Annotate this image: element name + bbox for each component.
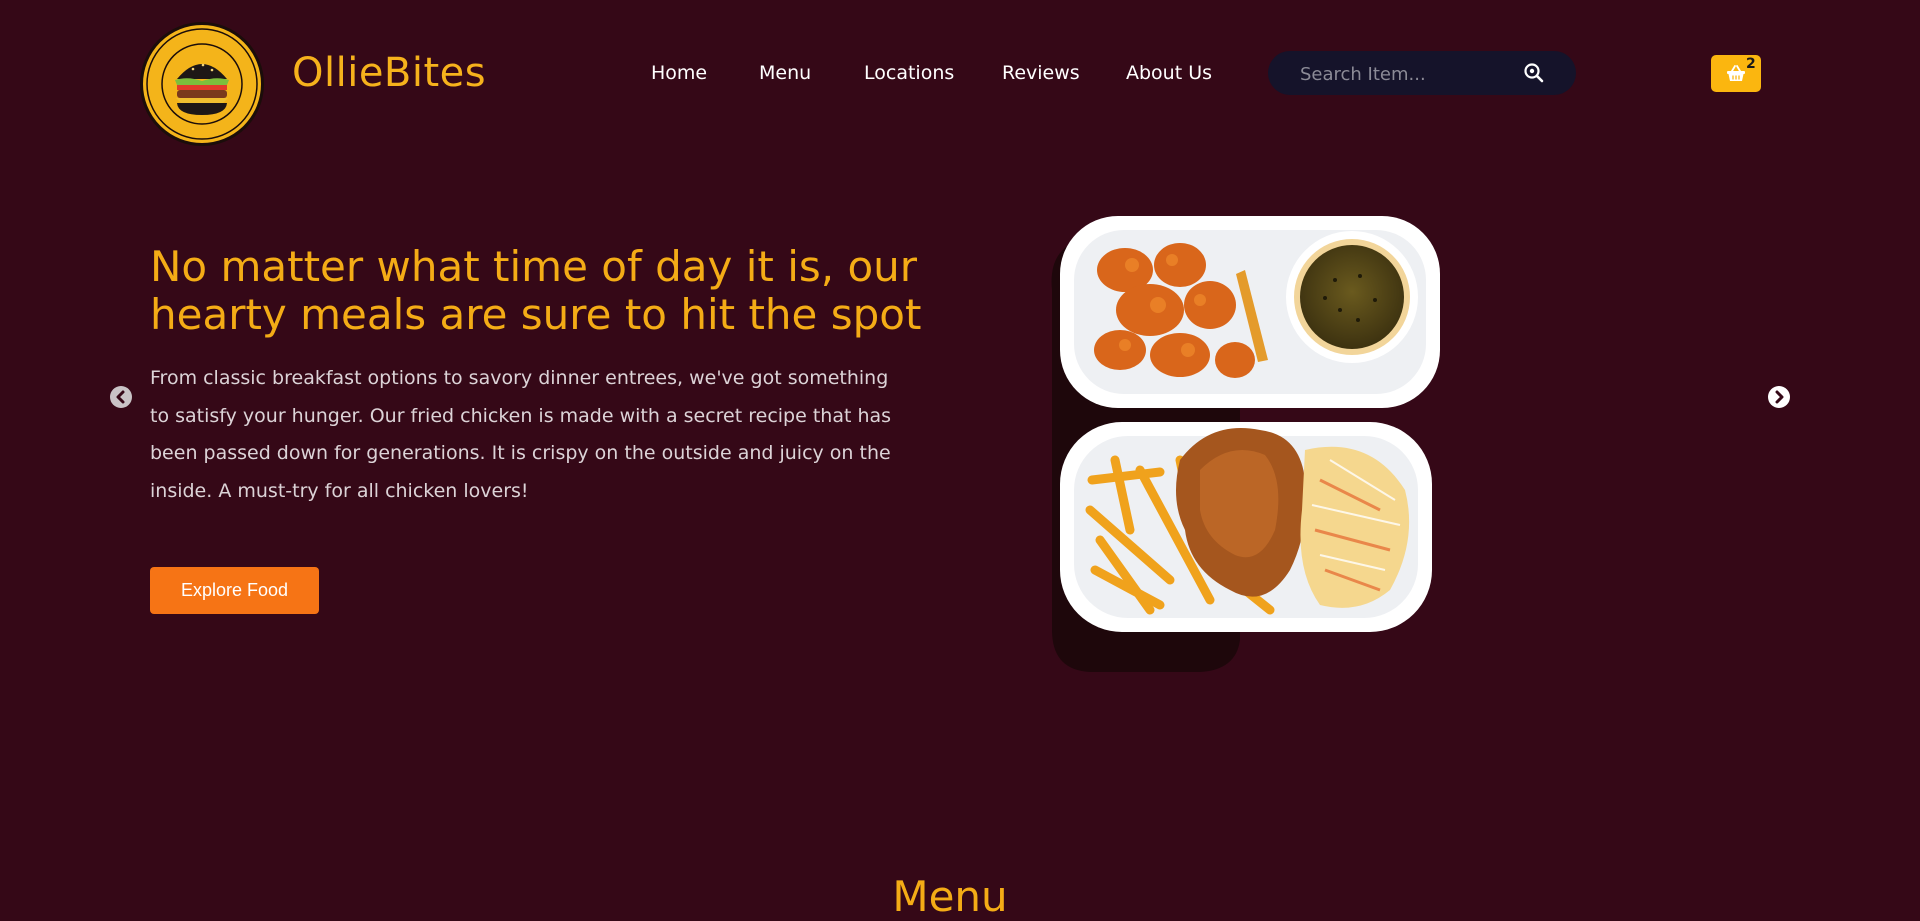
hero-description: From classic breakfast options to savory… [150, 367, 892, 502]
cart-button[interactable]: 2 [1711, 55, 1761, 92]
slider-prev-button[interactable] [110, 386, 132, 408]
brand-name[interactable]: OllieBites [292, 50, 486, 96]
explore-food-button[interactable]: Explore Food [150, 567, 319, 614]
brand-logo[interactable] [140, 22, 264, 146]
search-bar [1268, 51, 1576, 95]
nav-item-reviews[interactable]: Reviews [1002, 62, 1080, 84]
nav-item-locations[interactable]: Locations [864, 62, 954, 84]
chevron-left-icon [116, 390, 125, 404]
basket-icon [1727, 65, 1745, 81]
hero-title: No matter what time of day it is, our he… [150, 242, 922, 339]
search-icon[interactable] [1522, 61, 1546, 85]
nav-item-home[interactable]: Home [651, 62, 707, 84]
menu-section-heading: Menu [892, 872, 1008, 921]
search-input[interactable] [1298, 61, 1522, 87]
hero-food-image [1040, 210, 1450, 680]
nav-item-menu[interactable]: Menu [759, 62, 811, 84]
chevron-right-icon [1775, 390, 1784, 404]
slider-next-button[interactable] [1768, 386, 1790, 408]
nav-item-about-us[interactable]: About Us [1126, 62, 1212, 84]
cart-count-badge: 2 [1746, 56, 1756, 72]
burger-logo-icon [146, 28, 258, 140]
